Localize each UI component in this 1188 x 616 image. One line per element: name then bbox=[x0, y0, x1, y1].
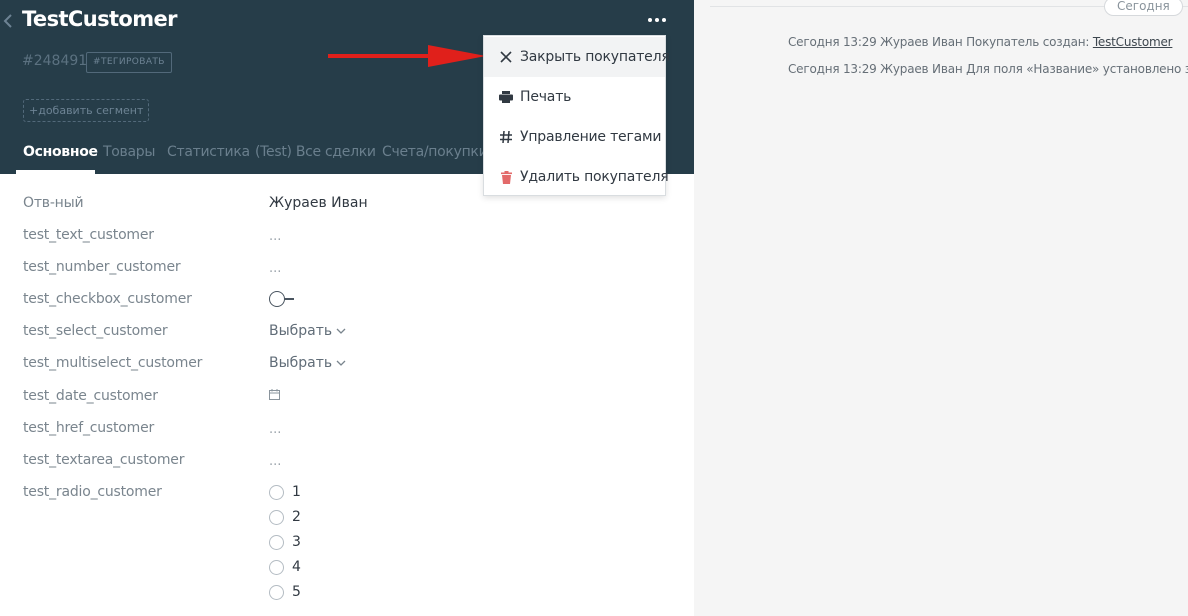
more-options-button[interactable] bbox=[648, 13, 668, 27]
trash-icon bbox=[498, 169, 514, 185]
date-field[interactable] bbox=[269, 388, 280, 404]
field-label-text: test_text_customer bbox=[23, 227, 154, 243]
radio-label: 1 bbox=[292, 484, 301, 500]
href-field[interactable]: ... bbox=[269, 422, 281, 437]
radio-label: 5 bbox=[292, 584, 301, 600]
feed-entry-text: Сегодня 13:29 Жураев Иван Для поля «Назв… bbox=[788, 62, 1188, 76]
active-tab-indicator bbox=[16, 170, 95, 174]
radio-circle bbox=[269, 559, 284, 575]
field-label-checkbox: test_checkbox_customer bbox=[23, 291, 192, 307]
manage-tags-menu-item[interactable]: Управление тегами bbox=[484, 117, 665, 157]
radio-circle bbox=[269, 484, 284, 500]
page-title: TestCustomer bbox=[22, 7, 178, 31]
feed-entry: Сегодня 13:29 Жураев Иван Покупатель соз… bbox=[788, 35, 1173, 49]
radio-label: 4 bbox=[292, 559, 301, 575]
radio-option-4[interactable]: 4 bbox=[269, 559, 301, 575]
red-arrow-annotation bbox=[328, 45, 486, 67]
tag-button[interactable]: #ТЕГИРОВАТЬ bbox=[86, 52, 172, 73]
field-label-date: test_date_customer bbox=[23, 388, 158, 404]
multiselect-value: Выбрать bbox=[269, 355, 333, 371]
back-chevron-icon[interactable] bbox=[2, 12, 14, 30]
field-label-select: test_select_customer bbox=[23, 323, 168, 339]
tab-statistics[interactable]: Статистика bbox=[167, 144, 250, 160]
chevron-down-icon bbox=[336, 328, 346, 334]
customer-link[interactable]: TestCustomer bbox=[1093, 35, 1173, 49]
radio-option-3[interactable]: 3 bbox=[269, 534, 301, 550]
select-dropdown[interactable]: Выбрать bbox=[269, 323, 346, 339]
add-segment-button[interactable]: +добавить сегмент bbox=[23, 99, 150, 122]
radio-option-1[interactable]: 1 bbox=[269, 484, 301, 500]
delete-customer-menu-item[interactable]: Удалить покупателя bbox=[484, 157, 669, 197]
menu-item-label: Удалить покупателя bbox=[520, 169, 669, 185]
printer-icon bbox=[498, 89, 514, 105]
menu-item-label: Печать bbox=[520, 89, 572, 105]
field-label-href: test_href_customer bbox=[23, 420, 155, 436]
date-badge: Сегодня bbox=[1104, 0, 1183, 16]
radio-option-2[interactable]: 2 bbox=[269, 509, 301, 525]
more-options-menu: Закрыть покупателя Печать Управление тег… bbox=[483, 35, 670, 197]
field-label-number: test_number_customer bbox=[23, 259, 181, 275]
number-field[interactable]: ... bbox=[269, 261, 281, 276]
radio-label: 2 bbox=[292, 509, 301, 525]
field-label-textarea: test_textarea_customer bbox=[23, 452, 185, 468]
field-label-responsible: Отв-ный bbox=[23, 195, 84, 211]
field-label-radio: test_radio_customer bbox=[23, 484, 162, 500]
responsible-value[interactable]: Жураев Иван bbox=[269, 195, 368, 211]
hash-icon bbox=[498, 129, 514, 145]
menu-item-label: Закрыть покупателя bbox=[520, 49, 670, 65]
feed-entry: Сегодня 13:29 Жураев Иван Для поля «Назв… bbox=[788, 62, 1188, 76]
calendar-icon bbox=[269, 389, 280, 400]
checkbox-toggle[interactable] bbox=[269, 291, 295, 307]
text-field[interactable]: ... bbox=[269, 229, 281, 244]
tab-products[interactable]: Товары bbox=[103, 144, 155, 160]
field-label-multiselect: test_multiselect_customer bbox=[23, 355, 203, 371]
toggle-track bbox=[284, 298, 294, 300]
radio-circle bbox=[269, 509, 284, 525]
radio-label: 3 bbox=[292, 534, 301, 550]
close-customer-menu-item[interactable]: Закрыть покупателя bbox=[484, 37, 670, 77]
tab-all-deals[interactable]: (Test) Все сделки bbox=[255, 144, 376, 160]
radio-circle bbox=[269, 534, 284, 550]
select-value: Выбрать bbox=[269, 323, 333, 339]
radio-option-5[interactable]: 5 bbox=[269, 584, 301, 600]
feed-entry-text: Сегодня 13:29 Жураев Иван Покупатель соз… bbox=[788, 35, 1090, 49]
tab-main[interactable]: Основное bbox=[23, 144, 98, 160]
radio-circle bbox=[269, 584, 284, 600]
textarea-field[interactable]: ... bbox=[269, 454, 281, 469]
tab-invoices[interactable]: Счета/покупки bbox=[382, 144, 488, 160]
customer-id: #248491 bbox=[22, 53, 88, 69]
chevron-down-icon bbox=[336, 360, 346, 366]
multiselect-dropdown[interactable]: Выбрать bbox=[269, 355, 346, 371]
print-menu-item[interactable]: Печать bbox=[484, 77, 665, 117]
activity-feed bbox=[694, 0, 1188, 616]
toggle-knob bbox=[269, 291, 285, 307]
menu-item-label: Управление тегами bbox=[520, 129, 662, 145]
close-icon bbox=[498, 49, 514, 65]
